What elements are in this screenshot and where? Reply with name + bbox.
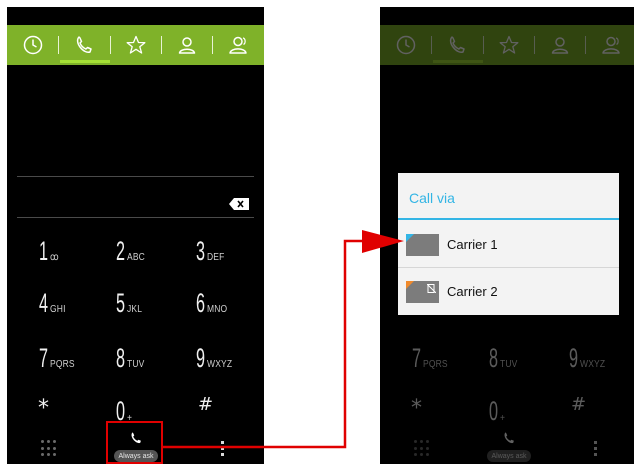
arrow-head-icon [362, 230, 404, 253]
annotation-connector [163, 230, 404, 449]
